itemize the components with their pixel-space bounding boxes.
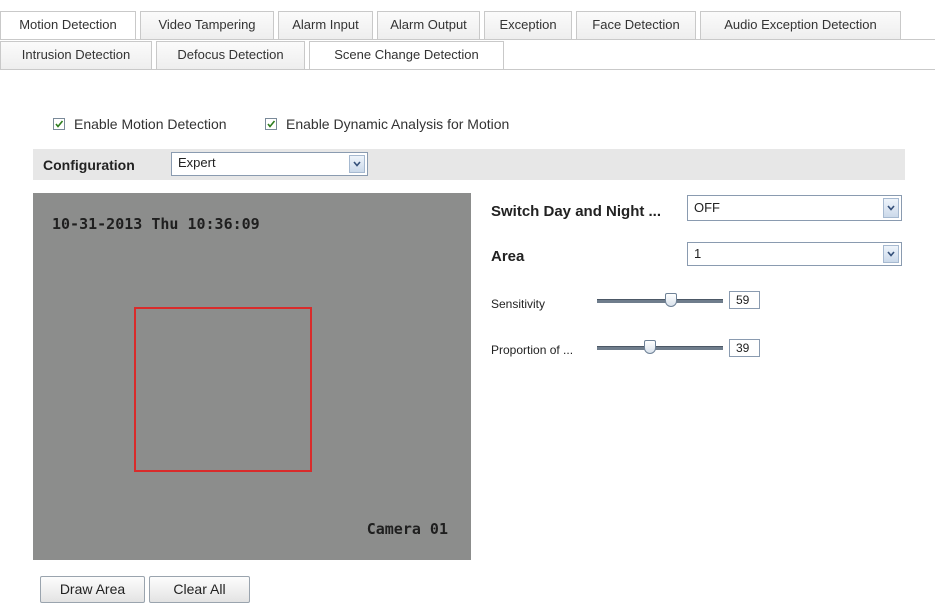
tab-intrusion-detection[interactable]: Intrusion Detection xyxy=(0,41,152,69)
enable-dynamic-analysis-checkbox[interactable] xyxy=(265,118,277,130)
switch-day-night-select[interactable]: OFF xyxy=(687,195,902,221)
chevron-down-icon[interactable] xyxy=(883,198,899,218)
tab-scene-change-detection[interactable]: Scene Change Detection xyxy=(309,41,504,69)
tab-row-1-divider xyxy=(0,39,935,40)
tab-alarm-output[interactable]: Alarm Output xyxy=(377,11,480,39)
tab-audio-exception-detection[interactable]: Audio Exception Detection xyxy=(700,11,901,39)
tab-defocus-detection[interactable]: Defocus Detection xyxy=(156,41,305,69)
area-select[interactable]: 1 xyxy=(687,242,902,266)
configuration-bar: Configuration Expert xyxy=(33,149,905,180)
clear-all-button[interactable]: Clear All xyxy=(149,576,250,603)
video-preview[interactable]: 10-31-2013 Thu 10:36:09 Camera 01 xyxy=(33,193,471,560)
tab-motion-detection[interactable]: Motion Detection xyxy=(0,11,136,39)
tab-alarm-input[interactable]: Alarm Input xyxy=(278,11,373,39)
sensitivity-slider-handle[interactable] xyxy=(665,293,677,307)
detection-area-rectangle[interactable] xyxy=(134,307,312,472)
camera-name: Camera 01 xyxy=(366,520,448,538)
area-label: Area xyxy=(491,248,525,265)
chevron-down-icon[interactable] xyxy=(349,155,365,173)
tab-video-tampering[interactable]: Video Tampering xyxy=(140,11,274,39)
enable-dynamic-analysis-option[interactable]: Enable Dynamic Analysis for Motion xyxy=(265,116,509,132)
area-value: 1 xyxy=(694,246,702,261)
proportion-slider[interactable] xyxy=(597,346,723,350)
sensitivity-label: Sensitivity xyxy=(491,297,546,311)
enable-motion-detection-label: Enable Motion Detection xyxy=(74,116,227,132)
tab-row-2: Intrusion Detection Defocus Detection Sc… xyxy=(0,41,508,69)
enable-motion-detection-checkbox[interactable] xyxy=(53,118,65,130)
tab-face-detection[interactable]: Face Detection xyxy=(576,11,696,39)
sensitivity-value[interactable]: 59 xyxy=(729,291,760,309)
tab-exception[interactable]: Exception xyxy=(484,11,572,39)
tab-row-1: Motion Detection Video Tampering Alarm I… xyxy=(0,11,905,39)
tab-row-2-divider xyxy=(0,69,935,70)
sensitivity-slider[interactable] xyxy=(597,299,723,303)
configuration-label: Configuration xyxy=(43,157,135,173)
proportion-label: Proportion of ... xyxy=(491,343,574,357)
enable-motion-detection-option[interactable]: Enable Motion Detection xyxy=(53,116,227,132)
configuration-select[interactable]: Expert xyxy=(171,152,368,176)
proportion-slider-handle[interactable] xyxy=(644,340,656,354)
configuration-value: Expert xyxy=(178,155,216,170)
video-timestamp: 10-31-2013 Thu 10:36:09 xyxy=(52,215,260,233)
enable-dynamic-analysis-label: Enable Dynamic Analysis for Motion xyxy=(286,116,510,132)
proportion-value[interactable]: 39 xyxy=(729,339,760,357)
switch-day-night-label: Switch Day and Night ... xyxy=(491,203,662,220)
chevron-down-icon[interactable] xyxy=(883,245,899,263)
draw-area-button[interactable]: Draw Area xyxy=(40,576,145,603)
switch-day-night-value: OFF xyxy=(694,200,720,215)
